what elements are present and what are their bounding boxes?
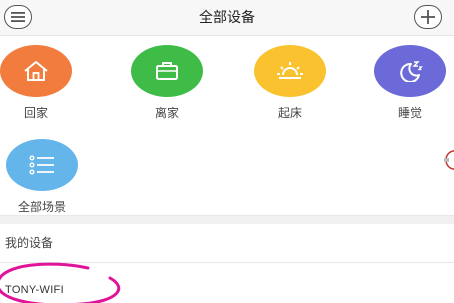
add-button[interactable] bbox=[414, 5, 442, 29]
scene-home-circle bbox=[0, 45, 72, 97]
scene-away[interactable]: 离家 bbox=[125, 37, 209, 120]
page-title: 全部设备 bbox=[199, 10, 255, 26]
scene-sleep[interactable]: 睡觉 bbox=[368, 37, 452, 120]
list-icon bbox=[29, 155, 54, 175]
hand-drawn-annotation-circle bbox=[0, 262, 121, 303]
app-screen: 全部设备 回家 离家 起床 睡觉 全部场景 我的设备 TONY-WIFI bbox=[0, 0, 454, 303]
scene-all-label: 全部场景 bbox=[17, 200, 66, 214]
scene-sleep-label: 睡觉 bbox=[397, 106, 422, 120]
sunrise-icon bbox=[277, 62, 303, 79]
row-divider bbox=[0, 262, 454, 263]
top-bar: 全部设备 bbox=[0, 0, 454, 36]
scene-home[interactable]: 回家 bbox=[0, 37, 78, 120]
scene-grid: 回家 离家 起床 睡觉 全部场景 bbox=[0, 37, 454, 215]
moon-sleep-icon bbox=[400, 61, 423, 82]
scene-away-label: 离家 bbox=[154, 106, 179, 120]
scene-all-circle bbox=[6, 139, 78, 191]
scene-wake-label: 起床 bbox=[277, 106, 302, 120]
home-icon bbox=[24, 61, 48, 81]
scene-wake[interactable]: 起床 bbox=[248, 37, 332, 120]
scene-home-label: 回家 bbox=[23, 106, 48, 120]
scene-sleep-circle bbox=[374, 45, 446, 97]
plus-icon bbox=[421, 10, 435, 24]
scene-away-circle bbox=[131, 45, 203, 97]
device-item-name[interactable]: TONY-WIFI bbox=[5, 284, 64, 296]
menu-button[interactable] bbox=[4, 5, 32, 29]
scene-all[interactable]: 全部场景 bbox=[0, 131, 84, 214]
side-drawer-handle-icon[interactable] bbox=[444, 149, 454, 171]
scene-wake-circle bbox=[254, 45, 326, 97]
section-divider bbox=[0, 215, 454, 224]
briefcase-icon bbox=[156, 62, 178, 80]
menu-icon bbox=[11, 12, 25, 22]
devices-section-title: 我的设备 bbox=[5, 236, 54, 250]
